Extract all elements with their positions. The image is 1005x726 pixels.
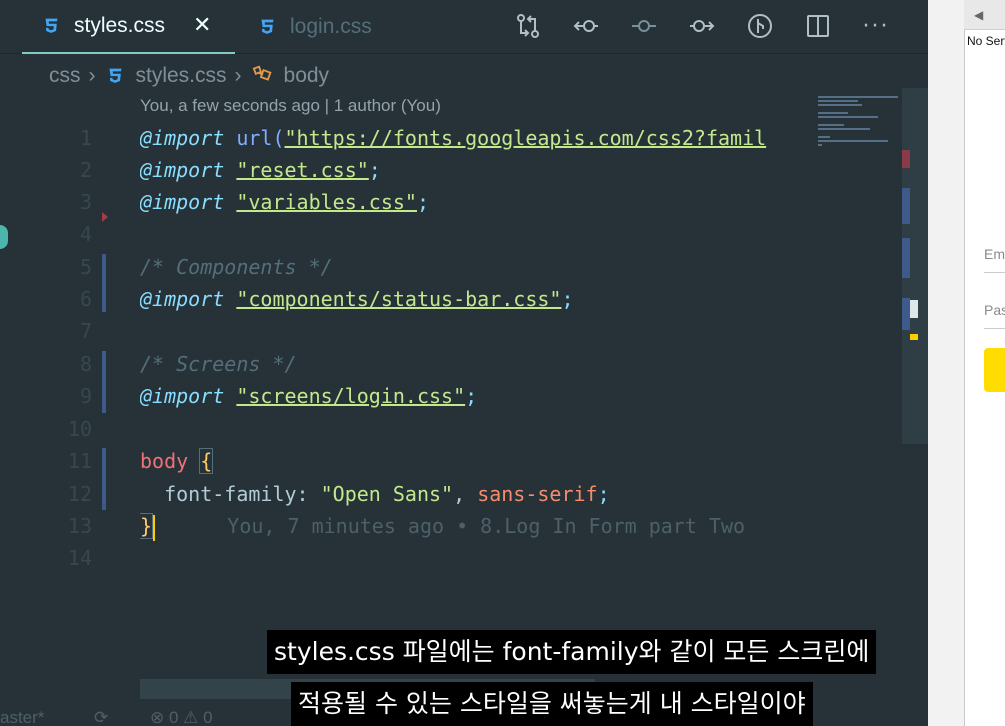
line-number: 10	[67, 417, 92, 441]
git-graph-icon[interactable]	[746, 12, 774, 40]
line-number: 8	[79, 352, 92, 376]
line-number: 5	[79, 255, 92, 279]
line-number: 12	[67, 482, 92, 506]
tab-styles-css[interactable]: styles.css ✕	[22, 0, 235, 54]
tab-login-css[interactable]: login.css	[256, 0, 416, 54]
code-editor[interactable]: @import url("https://fonts.googleapis.co…	[140, 122, 812, 582]
tab-label: login.css	[290, 15, 372, 38]
password-field[interactable]: Pas	[984, 302, 1005, 318]
login-button[interactable]	[984, 348, 1005, 392]
code-line-8: /* Screens */	[140, 352, 297, 376]
breadcrumb: css › styles.css › body	[49, 60, 329, 92]
code-line-12: font-family: "Open Sans", sans-serif;	[140, 482, 610, 506]
split-editor-icon[interactable]	[804, 12, 832, 40]
editor-toolbar: ···	[514, 8, 890, 44]
line-number: 1	[79, 126, 92, 150]
tab-label: styles.css	[74, 14, 166, 37]
problems-status[interactable]: ⊗ 0 ⚠ 0	[150, 708, 213, 726]
css3-icon	[261, 19, 274, 34]
activity-indicator	[0, 225, 8, 249]
git-blame-header[interactable]: You, a few seconds ago | 1 author (You)	[140, 96, 441, 116]
code-line-6: @import "components/status-bar.css";	[140, 287, 574, 311]
minimap-cursor-marker	[910, 334, 918, 340]
git-commit-icon[interactable]	[630, 12, 658, 40]
git-modified-bar[interactable]	[102, 351, 106, 413]
code-line-1: @import url("https://fonts.googleapis.co…	[140, 126, 767, 150]
css3-icon	[45, 18, 58, 33]
breadcrumb-file[interactable]: styles.css	[136, 64, 227, 88]
password-underline	[984, 328, 1005, 329]
chevron-right-icon: ›	[234, 64, 242, 87]
git-modified-bar[interactable]	[102, 254, 106, 312]
git-modified-bar[interactable]	[102, 448, 106, 510]
go-forward-icon[interactable]	[688, 12, 716, 40]
breadcrumb-folder[interactable]: css	[49, 64, 81, 88]
browser-status-text: No Serv	[967, 34, 1005, 48]
go-back-icon[interactable]	[572, 12, 600, 40]
css3-icon	[109, 68, 121, 83]
editor-tab-bar: styles.css ✕ login.css ···	[0, 0, 928, 54]
browser-preview-panel: ◀ No Serv Ema Pas	[928, 0, 1005, 726]
line-number: 4	[79, 222, 92, 246]
chevron-right-icon: ›	[88, 64, 96, 87]
line-number: 3	[79, 190, 92, 214]
breadcrumb-symbol[interactable]: body	[284, 64, 330, 88]
line-number: 2	[79, 158, 92, 182]
subtitle-line-2: 적용될 수 있는 스타일을 써놓는게 내 스타일이야	[291, 682, 813, 726]
line-number: 7	[79, 319, 92, 343]
back-arrow-icon[interactable]: ◀	[974, 8, 983, 22]
email-field[interactable]: Ema	[984, 246, 1005, 262]
code-line-2: @import "reset.css";	[140, 158, 381, 182]
code-line-9: @import "screens/login.css";	[140, 384, 478, 408]
deleted-lines-marker[interactable]	[102, 212, 108, 222]
inline-git-blame: You, 7 minutes ago • 8.Log In Form part …	[155, 514, 746, 538]
line-number: 14	[67, 546, 92, 570]
more-actions-icon[interactable]: ···	[862, 12, 890, 40]
line-number: 11	[67, 449, 92, 473]
minimap[interactable]	[812, 88, 928, 444]
symbol-braces-icon	[250, 62, 274, 90]
sync-icon[interactable]: ⟳	[94, 708, 108, 726]
browser-toolbar	[964, 0, 1005, 30]
code-line-13: } You, 7 minutes ago • 8.Log In Form par…	[140, 510, 745, 542]
git-branch-status[interactable]: aster*	[0, 708, 44, 726]
code-line-5: /* Components */	[140, 255, 333, 279]
git-compare-icon[interactable]	[514, 12, 542, 40]
line-number: 9	[79, 384, 92, 408]
scrollbar-thumb[interactable]	[910, 300, 918, 318]
email-underline	[984, 272, 1005, 273]
line-number: 13	[67, 514, 92, 538]
line-number: 6	[79, 287, 92, 311]
close-icon[interactable]: ✕	[193, 15, 211, 37]
code-line-3: @import "variables.css";	[140, 190, 430, 214]
subtitle-line-1: styles.css 파일에는 font-family와 같이 모든 스크린에	[267, 630, 877, 674]
code-line-11: body {	[140, 448, 214, 474]
